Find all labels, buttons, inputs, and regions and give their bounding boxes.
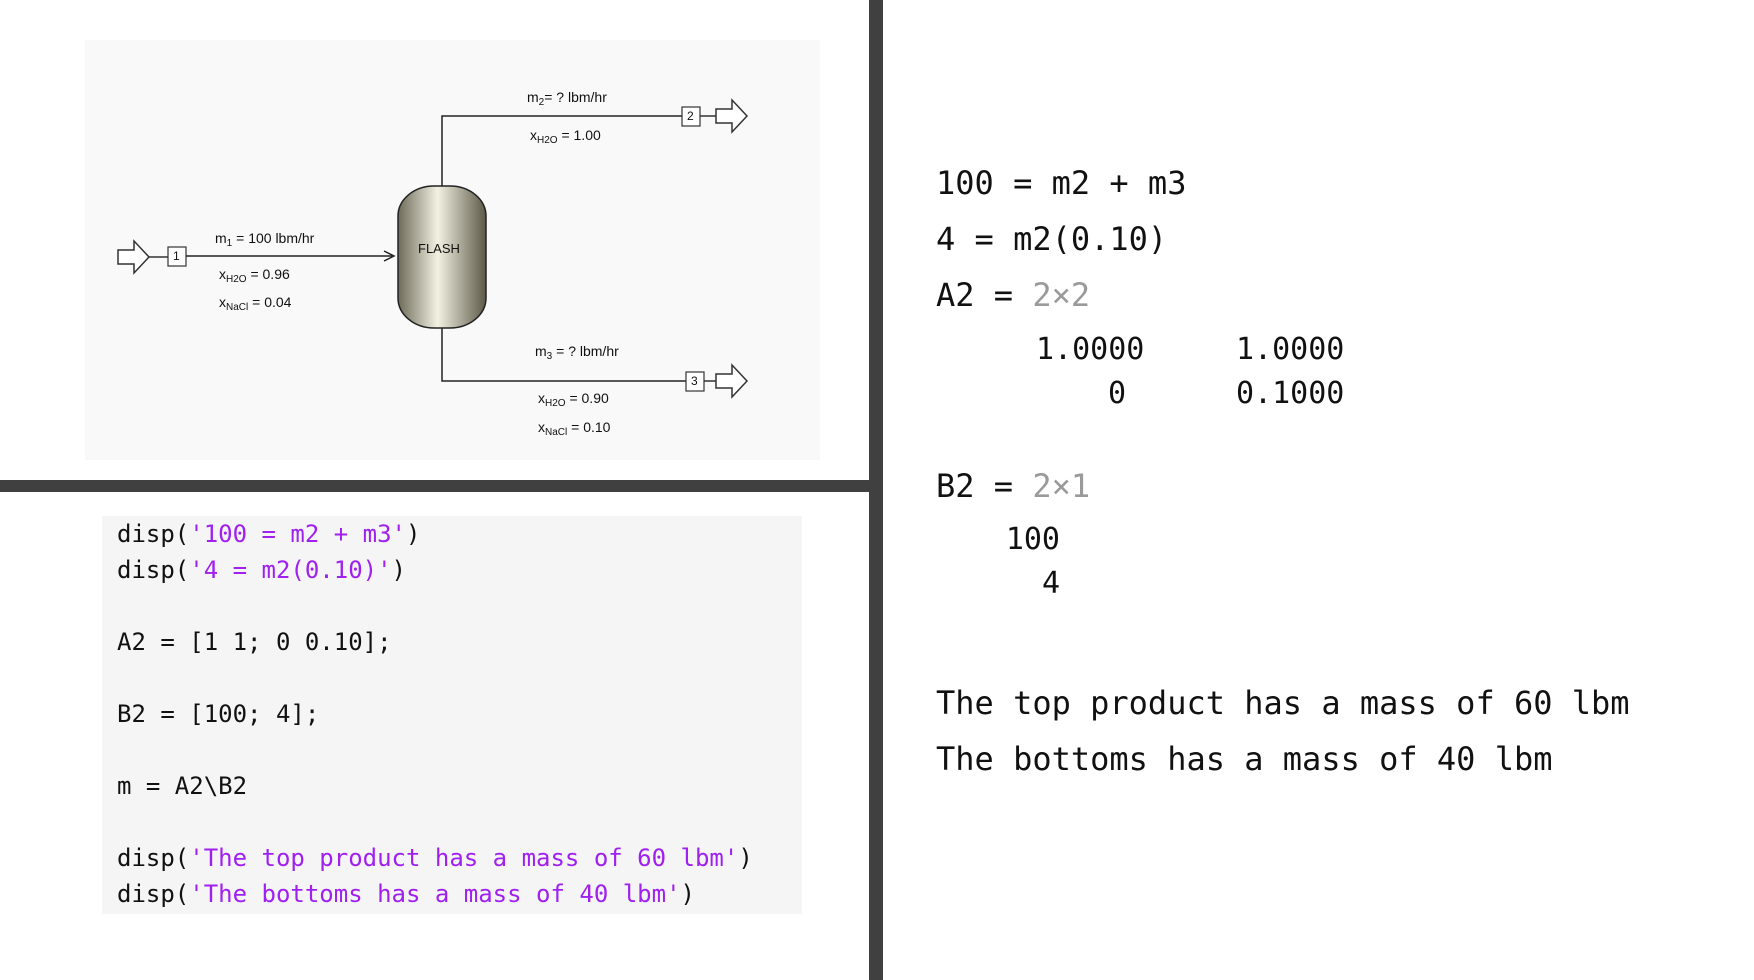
output-line-equation-2: 4 = m2(0.10) <box>936 220 1168 258</box>
b2-cell-1: 100 <box>1005 522 1060 557</box>
top-product-arrow-icon <box>715 98 749 134</box>
bottoms-arrow-icon <box>715 363 749 399</box>
diagram-drawing <box>117 98 749 399</box>
stream-2-h2o-fraction: xH2O = 1.00 <box>530 127 601 146</box>
stream-1-h2o-fraction: xH2O = 0.96 <box>219 266 290 285</box>
stream-1-flow-label: m1 = 100 lbm/hr <box>215 230 315 249</box>
a2-cell-2-1: 0 <box>1107 376 1126 411</box>
output-message-top-product: The top product has a mass of 60 lbm <box>936 684 1630 722</box>
stream-1-nacl-fraction: xNaCl = 0.04 <box>219 294 292 313</box>
stream-3-h2o-fraction: xH2O = 0.90 <box>538 390 609 409</box>
output-line-equation-1: 100 = m2 + m3 <box>936 164 1187 202</box>
a2-cell-1-1: 1.0000 <box>1036 332 1145 367</box>
stream-3-nacl-fraction: xNaCl = 0.10 <box>538 419 611 438</box>
flash-vessel <box>397 185 487 329</box>
stream-3-flow-label: m3 = ? lbm/hr <box>535 343 619 362</box>
stream-1-number: 1 <box>173 249 180 263</box>
code-block: disp('100 = m2 + m3') disp('4 = m2(0.10)… <box>117 520 753 908</box>
process-flow-diagram: 1 2 3 FLASH m1 = 100 lbm/hr xH2O = 0.96 … <box>0 0 869 480</box>
vertical-divider <box>869 0 883 980</box>
command-output-panel: 100 = m2 + m3 4 = m2(0.10) A2 = 2×2 1.00… <box>936 0 1736 980</box>
output-a2-header: A2 = 2×2 <box>936 276 1091 314</box>
output-message-bottoms: The bottoms has a mass of 40 lbm <box>936 740 1553 778</box>
b2-cell-2: 4 <box>1041 566 1060 601</box>
feed-arrow-icon <box>117 239 151 275</box>
output-b2-header: B2 = 2×1 <box>936 467 1091 505</box>
stream-2-number: 2 <box>687 109 694 123</box>
stream-2-flow-label: m2= ? lbm/hr <box>527 89 607 108</box>
vessel-label: FLASH <box>418 241 460 256</box>
code-editor-panel[interactable]: disp('100 = m2 + m3') disp('4 = m2(0.10)… <box>102 516 802 914</box>
a2-cell-1-2: 1.0000 <box>1236 332 1345 367</box>
stream-3-number: 3 <box>691 374 698 388</box>
a2-cell-2-2: 0.1000 <box>1236 376 1345 411</box>
horizontal-divider <box>0 480 869 492</box>
